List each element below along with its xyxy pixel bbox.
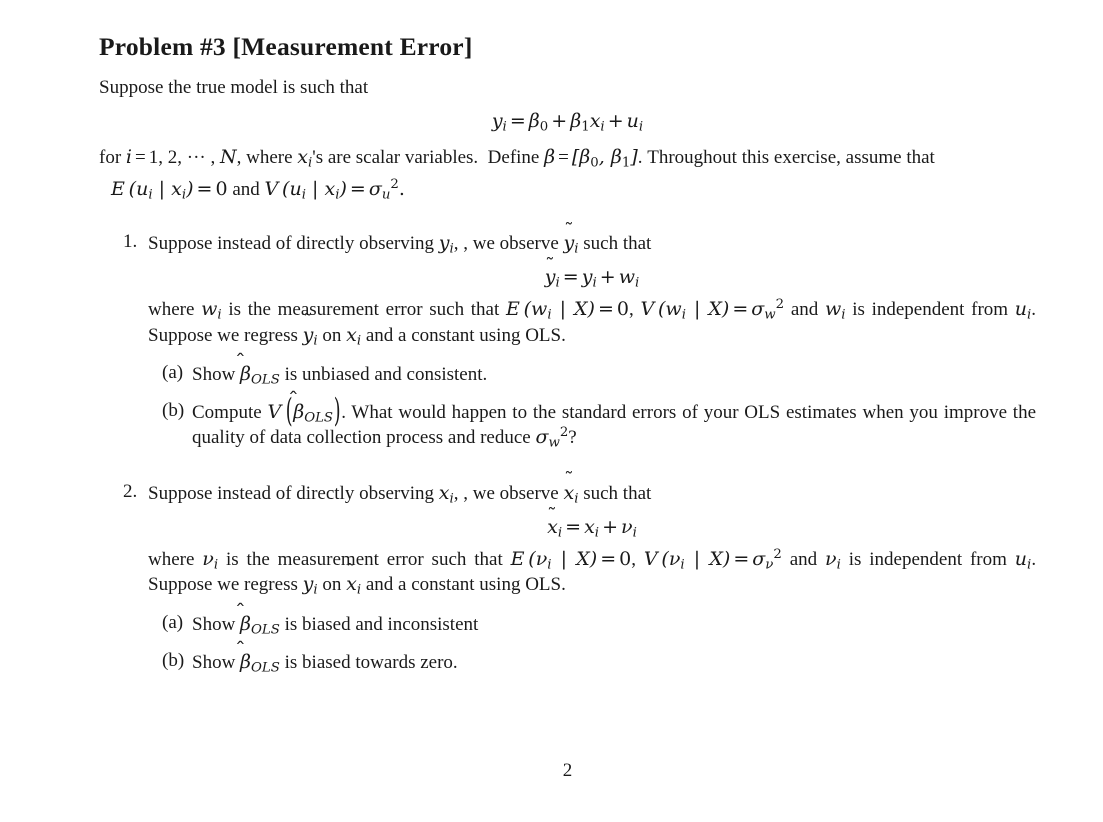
item-1a-frag-a: Show (192, 363, 236, 385)
problem-item-2: 2. Suppose instead of directly observing… (99, 469, 1037, 676)
intro-continued: for i = 1, 2, ··· , N, where xi's are scal… (99, 145, 935, 171)
item-1-stem-frag-a: Suppose instead of directly observing (148, 233, 435, 255)
item-2-subitems: (a) Show β̂OLS is biased and inconsisten… (148, 612, 1036, 676)
item-2-stem-frag-b: , we observe (463, 482, 559, 504)
item-1-exp-frag-b: is the measurement error such that (228, 299, 500, 321)
item-2-stem-frag-c: such that (583, 482, 652, 504)
item-1-marker: 1. (123, 231, 138, 253)
item-2b-marker: (b) (162, 649, 185, 671)
intro-frag-3: 's are scalar variables. (312, 146, 479, 168)
item-1a-marker: (a) (162, 361, 184, 383)
item-2-explanation: where νi is the measurement error such t… (148, 547, 1037, 598)
item-1-stem-frag-c: such that (583, 233, 652, 255)
document-page: Problem #3 [Measurement Error] Suppose t… (99, 0, 1036, 822)
item-1-stem: Suppose instead of directly observing yi… (148, 219, 652, 257)
item-2-exp-frag-f: on (322, 574, 342, 596)
item-1-subitems: (a) Show β̂OLS is unbiased and consisten… (148, 362, 1036, 451)
item-2a-text: Show β̂OLS is biased and inconsistent (192, 612, 479, 638)
intro-frag-4: Define (487, 146, 540, 168)
item-2-stem: Suppose instead of directly observing xi… (148, 469, 652, 507)
model-equation: yi = β0 + β1xi + ui (491, 109, 644, 135)
item-1b-text: Compute V(β̂OLS). What would happen to t… (192, 393, 1037, 452)
item-2-exp-frag-b: is the measurement error such that (226, 548, 503, 570)
item-1b-frag-c: ? (568, 427, 577, 449)
item-1a-frag-b: is unbiased and consistent. (284, 363, 488, 385)
item-1-exp-frag-d: is independent from (852, 299, 1009, 321)
item-2b-text: Show β̂OLS is biased towards zero. (192, 650, 458, 676)
item-2a-marker: (a) (162, 611, 184, 633)
page-title: Problem #3 [Measurement Error] (99, 32, 473, 61)
item-1-exp-frag-g: and a constant using OLS. (365, 324, 566, 346)
assumption-equation: E (ui | xi) = 0 and V (ui | xi) = σu2. (111, 177, 405, 203)
item-1b-marker: (b) (162, 400, 185, 422)
item-2a-frag-b: is biased and inconsistent (284, 613, 479, 635)
item-2-exp-frag-c: and (789, 548, 818, 570)
item-1a: (a) Show β̂OLS is unbiased and consisten… (148, 362, 1036, 387)
item-2-exp-frag-g: and a constant using OLS. (365, 574, 566, 596)
item-2-stem-frag-a: Suppose instead of directly observing (148, 482, 435, 504)
item-1b-frag-a: Compute (192, 402, 262, 424)
item-2a: (a) Show β̂OLS is biased and inconsisten… (148, 612, 1036, 637)
problem-list: 1. Suppose instead of directly observing… (99, 219, 1037, 676)
item-2-exp-frag-d: is independent from (848, 548, 1007, 570)
intro-frag-1: for (99, 146, 122, 168)
page-number: 2 (562, 760, 573, 781)
intro-frag-5: . Throughout this exercise, assume that (637, 146, 935, 168)
item-1a-text: Show β̂OLS is unbiased and consistent. (192, 362, 488, 388)
item-1-stem-frag-b: , we observe (463, 233, 559, 255)
item-2-display-equation: x ˜ i = xi + νi (547, 504, 637, 541)
problem-item-1: 1. Suppose instead of directly observing… (99, 219, 1037, 451)
item-1-explanation: where wi is the measurement error such t… (148, 297, 1037, 349)
intro-frag-2: , where (236, 146, 293, 168)
assumption-conjunction: and (232, 179, 260, 201)
intro-line: Suppose the true model is such that (99, 76, 369, 98)
item-2-exp-frag-a: where (148, 548, 195, 570)
item-2b-frag-b: is biased towards zero. (284, 651, 458, 673)
item-1-exp-frag-f: on (322, 324, 342, 346)
item-1-exp-frag-a: where (148, 299, 195, 321)
item-2-marker: 2. (123, 480, 138, 502)
item-2b: (b) Show β̂OLS is biased towards zero. (148, 650, 1036, 675)
item-2b-frag-a: Show (192, 651, 236, 673)
item-2a-frag-a: Show (192, 613, 236, 635)
item-1-display-equation: y ˜ i = yi + wi (544, 255, 640, 292)
item-1b: (b) Compute V(β̂OLS). What would happen … (148, 393, 1037, 452)
item-1-exp-frag-c: and (790, 299, 819, 321)
